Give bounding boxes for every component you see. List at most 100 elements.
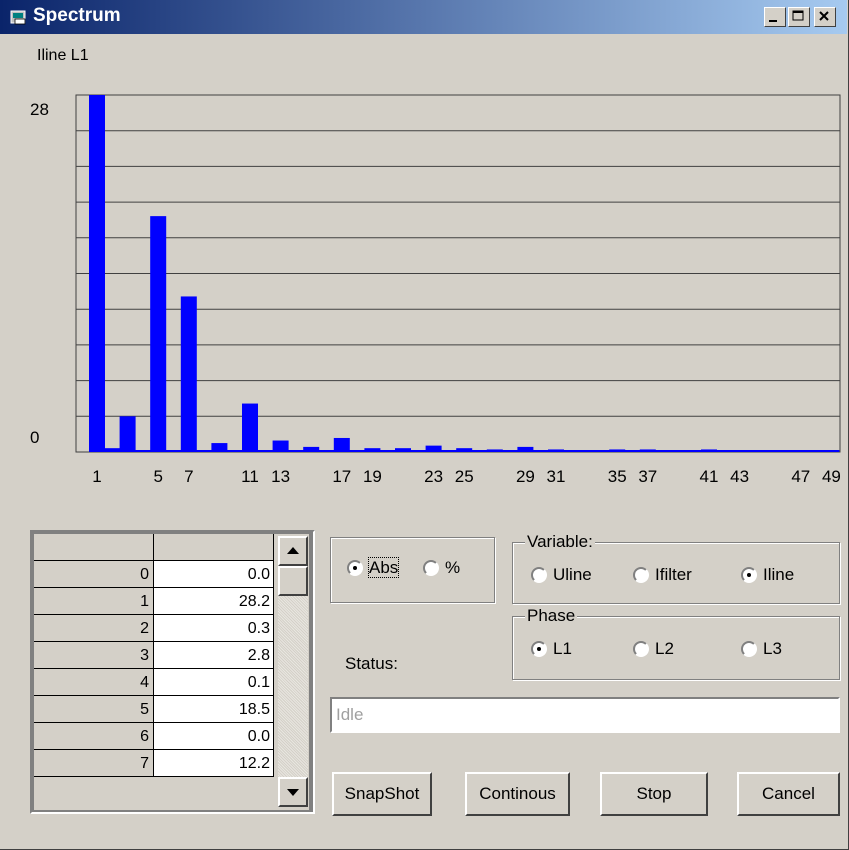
status-label: Status:: [345, 654, 398, 673]
close-button[interactable]: [814, 7, 836, 27]
arrow-down-icon: [287, 789, 299, 796]
radio-l2[interactable]: L2: [633, 639, 674, 659]
x-tick-label: 7: [184, 467, 193, 486]
minimize-button[interactable]: [764, 7, 786, 27]
radio-percent-label: %: [445, 558, 461, 577]
y-tick-label-min: 0: [30, 428, 39, 447]
scroll-thumb[interactable]: [278, 566, 308, 596]
bar-harmonic-44: [746, 450, 763, 452]
table-row[interactable]: 4 0.1: [34, 669, 274, 696]
radio-iline-label: Iline: [763, 565, 795, 584]
table-scrollbar[interactable]: [278, 536, 308, 807]
snapshot-button[interactable]: SnapShot: [332, 772, 432, 816]
harmonics-table[interactable]: 0 0.0 1 28.2 2 0.3 3 2.8 4 0.1 5 18.5 6 0.0 7 12.2: [30, 530, 315, 814]
radio-percent[interactable]: %: [423, 558, 460, 578]
x-tick-label: 19: [363, 467, 382, 486]
x-tick-label: 5: [153, 467, 162, 486]
arrow-up-icon: [287, 547, 299, 554]
bar-harmonic-9: [211, 443, 228, 452]
radio-l1[interactable]: L1: [531, 639, 572, 659]
radio-uline-label: Uline: [553, 565, 592, 584]
table-row[interactable]: 7 12.2: [34, 750, 274, 777]
bar-harmonic-45: [762, 450, 779, 452]
radio-l3[interactable]: L3: [741, 639, 782, 659]
radio-l2-dot: [633, 641, 649, 657]
harmonic-number-cell: 4: [34, 669, 154, 696]
bar-harmonic-32: [563, 450, 580, 452]
radio-abs[interactable]: Abs: [347, 557, 400, 578]
table-row[interactable]: 2 0.3: [34, 615, 274, 642]
harmonic-value-cell[interactable]: 0.0: [154, 723, 274, 750]
x-tick-label: 41: [700, 467, 719, 486]
harmonic-value-cell[interactable]: 12.2: [154, 750, 274, 777]
stop-button[interactable]: Stop: [600, 772, 708, 816]
harmonic-value-cell[interactable]: 0.1: [154, 669, 274, 696]
radio-iline[interactable]: Iline: [741, 565, 794, 585]
bar-harmonic-47: [792, 450, 809, 452]
phase-group: Phase L1 L2 L3: [512, 606, 840, 680]
x-tick-label: 25: [455, 467, 474, 486]
status-field[interactable]: Idle: [330, 697, 840, 733]
bar-harmonic-4: [134, 450, 151, 452]
bar-harmonic-40: [685, 450, 702, 452]
table-row[interactable]: 3 2.8: [34, 642, 274, 669]
bar-harmonic-7: [180, 296, 197, 452]
bar-harmonic-39: [670, 450, 687, 452]
table-header-cell: [34, 534, 154, 561]
bar-harmonic-42: [716, 450, 733, 452]
bar-harmonic-34: [593, 450, 610, 452]
harmonic-number-cell: 3: [34, 642, 154, 669]
harmonic-value-cell[interactable]: 2.8: [154, 642, 274, 669]
x-tick-label: 13: [271, 467, 290, 486]
table-row[interactable]: 1 28.2: [34, 588, 274, 615]
harmonic-value-cell[interactable]: 0.0: [154, 561, 274, 588]
cancel-button[interactable]: Cancel: [737, 772, 840, 816]
maximize-button[interactable]: [788, 7, 810, 27]
x-tick-label: 37: [638, 467, 657, 486]
radio-l1-dot: [531, 641, 547, 657]
table-row[interactable]: 5 18.5: [34, 696, 274, 723]
bar-harmonic-15: [303, 446, 320, 452]
bar-harmonic-49: [823, 450, 840, 452]
radio-ifilter[interactable]: Ifilter: [633, 565, 692, 585]
x-tick-label: 35: [608, 467, 627, 486]
bar-harmonic-48: [808, 450, 825, 452]
bar-harmonic-33: [578, 450, 595, 452]
bar-harmonic-46: [777, 450, 794, 452]
title-bar[interactable]: Spectrum: [0, 0, 847, 34]
bar-harmonic-20: [379, 450, 396, 452]
bar-harmonic-26: [471, 450, 488, 452]
bar-harmonic-1: [89, 95, 105, 452]
harmonic-value-cell[interactable]: 0.3: [154, 615, 274, 642]
harmonic-number-cell: 2: [34, 615, 154, 642]
harmonic-number-cell: 1: [34, 588, 154, 615]
radio-ifilter-dot: [633, 567, 649, 583]
table-header-cell: [154, 534, 274, 561]
table-row[interactable]: 0 0.0: [34, 561, 274, 588]
bar-harmonic-14: [287, 450, 304, 452]
mode-group: Abs %: [330, 537, 495, 603]
table-header-row: [34, 534, 274, 561]
scroll-up-button[interactable]: [278, 536, 308, 566]
harmonic-value-cell[interactable]: 18.5: [154, 696, 274, 723]
phase-group-title: Phase: [525, 606, 578, 626]
bar-harmonic-24: [440, 450, 457, 452]
x-tick-label: 29: [516, 467, 535, 486]
variable-group: Variable: Uline Ifilter Iline: [512, 532, 840, 604]
continous-button[interactable]: Continous: [465, 772, 570, 816]
radio-uline[interactable]: Uline: [531, 565, 592, 585]
bar-harmonic-29: [517, 446, 534, 452]
table-row[interactable]: 6 0.0: [34, 723, 274, 750]
radio-l3-label: L3: [763, 639, 782, 658]
radio-l2-label: L2: [655, 639, 674, 658]
radio-l1-label: L1: [553, 639, 572, 658]
harmonic-value-cell[interactable]: 28.2: [154, 588, 274, 615]
x-tick-label: 17: [332, 467, 351, 486]
bar-harmonic-27: [486, 449, 503, 452]
bar-harmonic-35: [609, 449, 626, 452]
radio-abs-dot: [347, 560, 363, 576]
harmonic-number-cell: 7: [34, 750, 154, 777]
bar-harmonic-23: [425, 445, 442, 452]
scroll-down-button[interactable]: [278, 777, 308, 807]
bar-harmonic-16: [318, 450, 335, 452]
